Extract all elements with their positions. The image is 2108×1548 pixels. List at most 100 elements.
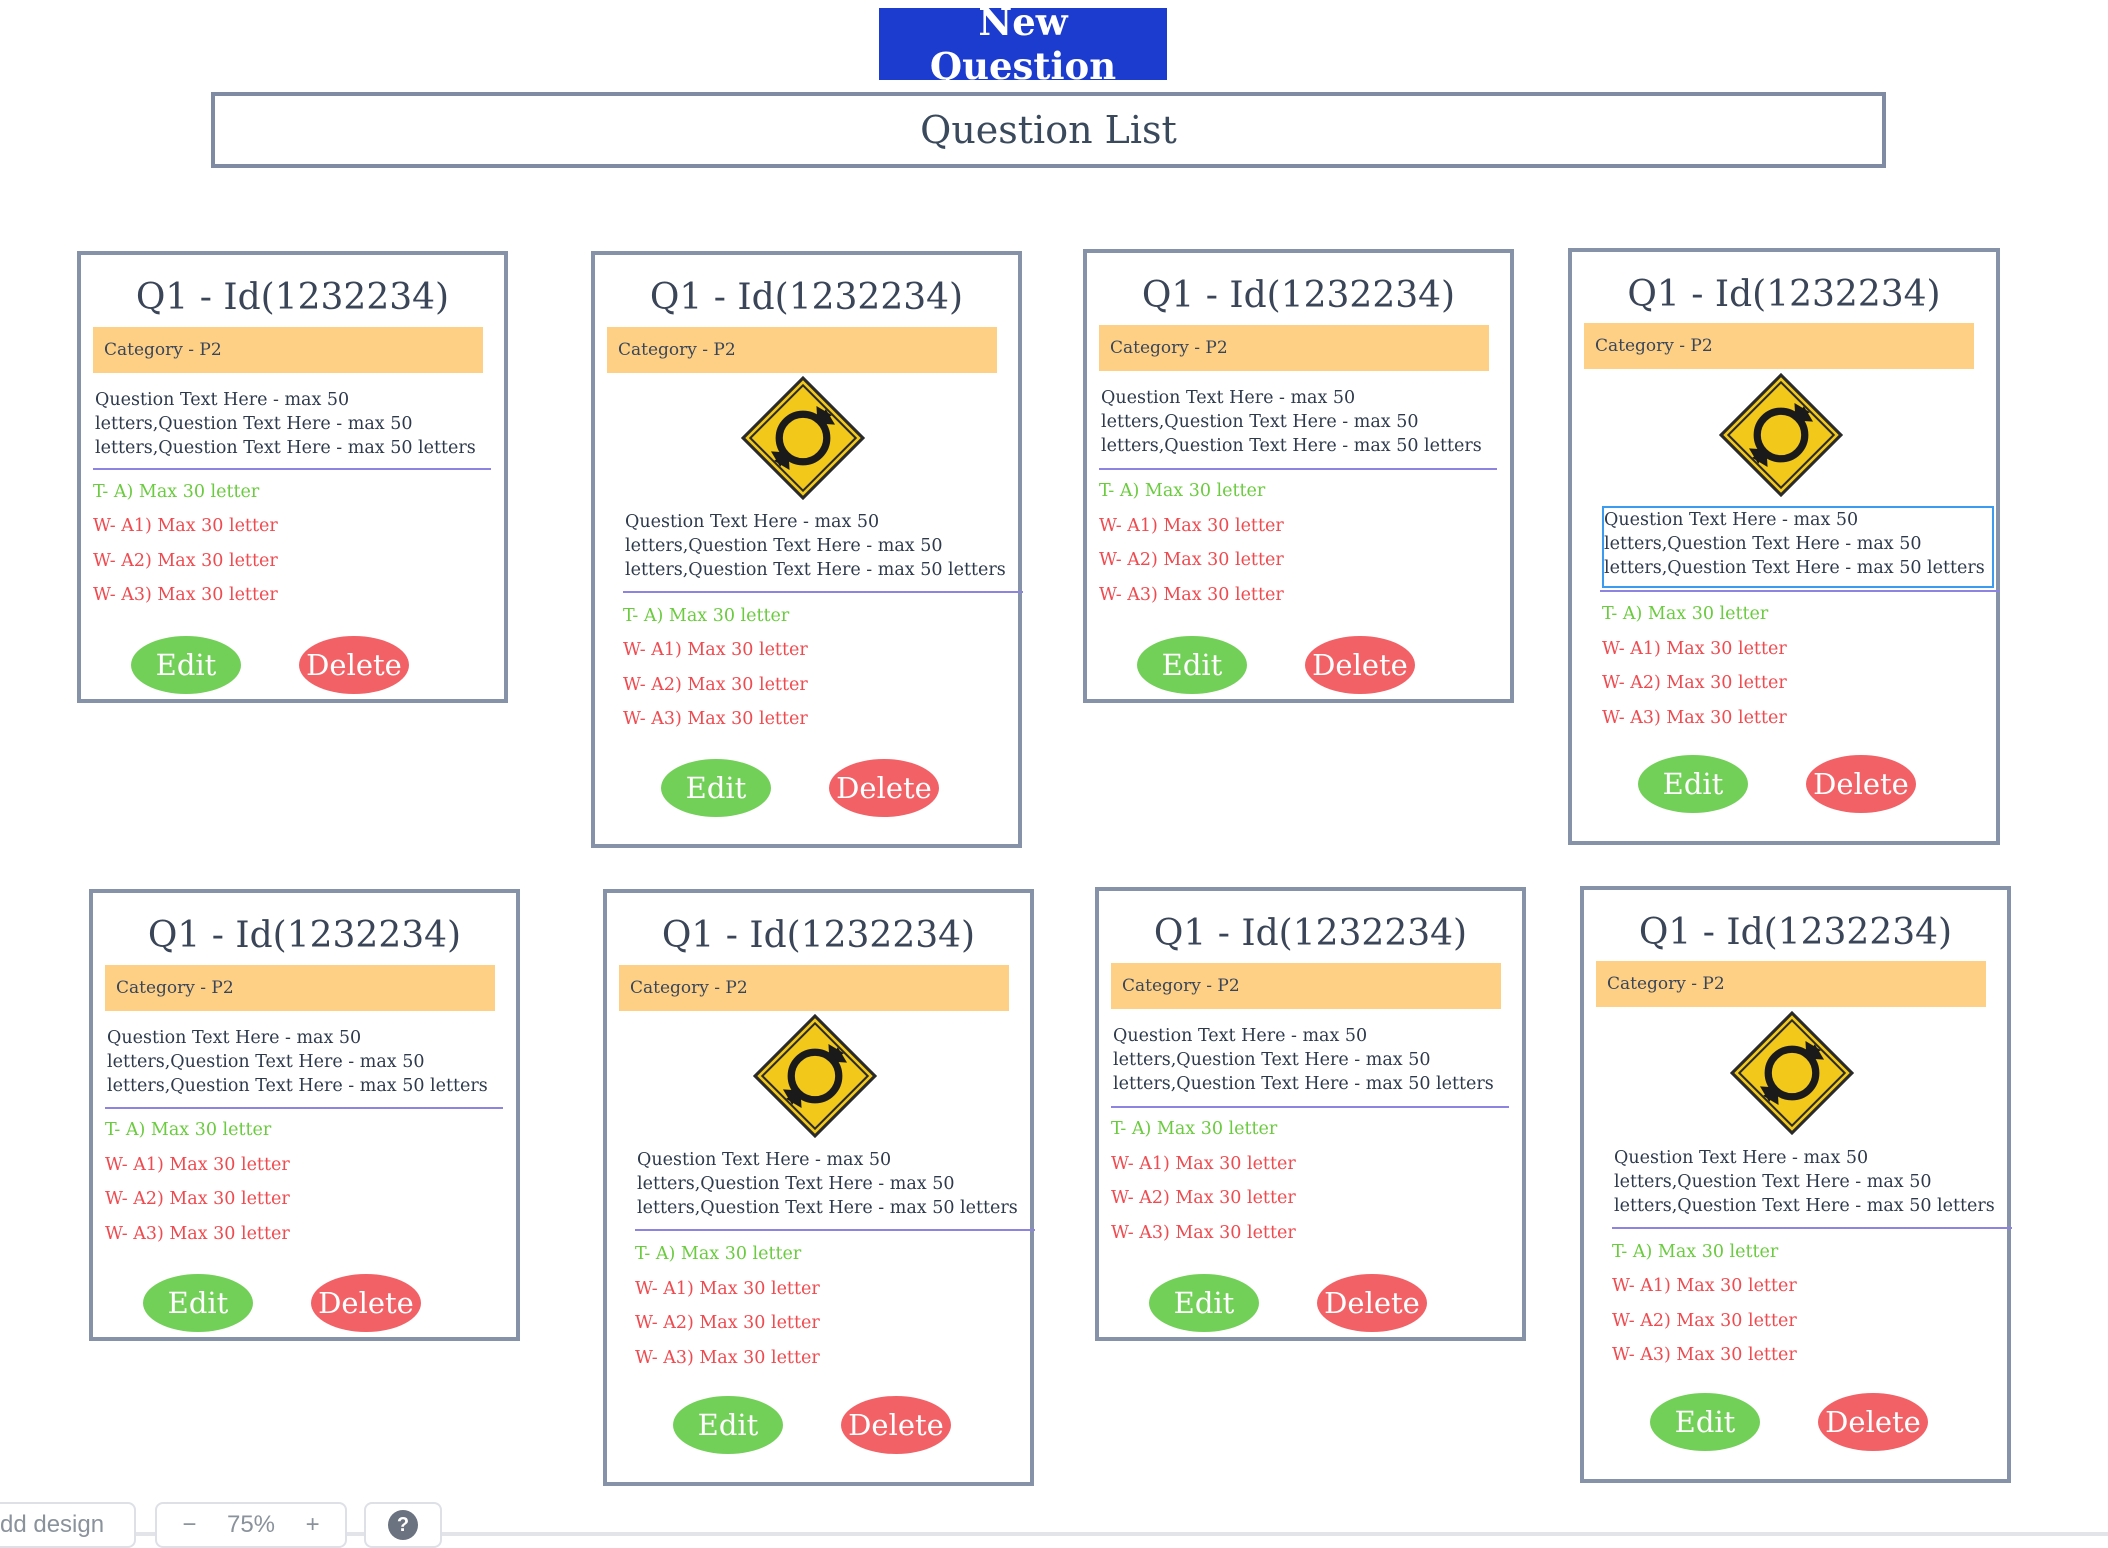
card-title: Q1 - Id(1232234) <box>1638 912 1953 953</box>
delete-button[interactable]: Delete <box>1317 1274 1427 1332</box>
answer-wrong: W- A3) Max 30 letter <box>93 585 278 605</box>
answer-wrong: W- A1) Max 30 letter <box>93 516 278 536</box>
card-title: Q1 - Id(1232234) <box>1153 913 1468 954</box>
edit-button[interactable]: Edit <box>131 636 241 694</box>
roundabout-sign-icon <box>1730 1011 1854 1135</box>
question-text[interactable]: Question Text Here - max 50 letters,Ques… <box>1602 506 1994 588</box>
answer-wrong: W- A1) Max 30 letter <box>1602 639 1787 659</box>
card-title: Q1 - Id(1232234) <box>1627 274 1941 315</box>
roundabout-sign-icon <box>753 1014 877 1138</box>
delete-button[interactable]: Delete <box>829 759 939 817</box>
answer-wrong: W- A2) Max 30 letter <box>93 551 278 571</box>
question-text: Question Text Here - max 50 letters,Ques… <box>1101 388 1482 456</box>
divider <box>623 591 1023 593</box>
question-card: Q1 - Id(1232234) Category - P2 Question … <box>591 251 1023 848</box>
category-bar: Category - P2 <box>93 327 483 373</box>
answer-wrong: W- A3) Max 30 letter <box>1612 1345 1797 1365</box>
zoom-out-button[interactable]: − <box>182 1511 196 1539</box>
answer-correct: T- A) Max 30 letter <box>1602 604 1769 624</box>
answer-wrong: W- A2) Max 30 letter <box>1612 1311 1797 1331</box>
zoom-in-button[interactable]: + <box>306 1511 320 1539</box>
answer-correct: T- A) Max 30 letter <box>93 482 260 502</box>
divider <box>105 1107 503 1109</box>
answer-wrong: W- A1) Max 30 letter <box>1612 1276 1797 1296</box>
answer-wrong: W- A3) Max 30 letter <box>1602 708 1787 728</box>
card-title: Q1 - Id(1232234) <box>661 915 976 956</box>
answer-wrong: W- A1) Max 30 letter <box>635 1279 820 1299</box>
question-text: Question Text Here - max 50 letters,Ques… <box>1614 1148 1995 1216</box>
category-bar: Category - P2 <box>1111 963 1501 1009</box>
zoom-level: 75% <box>226 1511 276 1538</box>
answer-wrong: W- A3) Max 30 letter <box>105 1224 290 1244</box>
edit-button[interactable]: Edit <box>1137 636 1247 694</box>
answer-wrong: W- A2) Max 30 letter <box>635 1313 820 1333</box>
question-card: Q1 - Id(1232234) Category - P2 Question … <box>1095 887 1526 1341</box>
answer-correct: T- A) Max 30 letter <box>1111 1119 1278 1139</box>
answer-correct: T- A) Max 30 letter <box>635 1244 802 1264</box>
category-bar: Category - P2 <box>1584 323 1974 369</box>
category-bar: Category - P2 <box>1596 961 1986 1007</box>
delete-button[interactable]: Delete <box>841 1396 951 1454</box>
question-text: Question Text Here - max 50 letters,Ques… <box>625 512 1006 580</box>
edit-button[interactable]: Edit <box>1650 1393 1760 1451</box>
card-title: Q1 - Id(1232234) <box>135 277 450 318</box>
answer-wrong: W- A1) Max 30 letter <box>1111 1154 1296 1174</box>
question-text: Question Text Here - max 50 letters,Ques… <box>95 390 476 458</box>
answer-correct: T- A) Max 30 letter <box>1612 1242 1779 1262</box>
answer-wrong: W- A1) Max 30 letter <box>105 1155 290 1175</box>
question-card: Q1 - Id(1232234) Category - P2 Question … <box>603 889 1035 1486</box>
zoom-control: − 75% + <box>155 1502 347 1548</box>
add-design-label: dd design <box>0 1511 105 1538</box>
divider <box>1600 590 2000 592</box>
new-question-button[interactable]: New Question <box>879 0 1167 88</box>
question-card: Q1 - Id(1232234) Category - P2 Question … <box>1580 886 2012 1483</box>
question-card: Q1 - Id(1232234) Category - P2 Question … <box>77 251 508 703</box>
delete-button[interactable]: Delete <box>1806 755 1916 813</box>
category-bar: Category - P2 <box>619 965 1009 1011</box>
divider <box>1099 468 1497 470</box>
answer-wrong: W- A2) Max 30 letter <box>1111 1188 1296 1208</box>
answer-wrong: W- A1) Max 30 letter <box>623 640 808 660</box>
roundabout-sign-icon <box>1719 373 1843 497</box>
answer-wrong: W- A1) Max 30 letter <box>1099 516 1284 536</box>
edit-button[interactable]: Edit <box>143 1274 253 1332</box>
divider <box>1111 1106 1509 1108</box>
answer-correct: T- A) Max 30 letter <box>1099 481 1266 501</box>
card-title: Q1 - Id(1232234) <box>1141 275 1456 316</box>
category-bar: Category - P2 <box>607 327 997 373</box>
question-card: Q1 - Id(1232234) Category - P2 Question … <box>1083 249 1514 703</box>
help-button[interactable]: ? <box>364 1502 442 1548</box>
card-title: Q1 - Id(1232234) <box>649 277 964 318</box>
question-text: Question Text Here - max 50 letters,Ques… <box>637 1150 1018 1218</box>
edit-button[interactable]: Edit <box>673 1396 783 1454</box>
answer-wrong: W- A2) Max 30 letter <box>105 1189 290 1209</box>
divider <box>635 1229 1035 1231</box>
edit-button[interactable]: Edit <box>661 759 771 817</box>
answer-wrong: W- A3) Max 30 letter <box>623 709 808 729</box>
delete-button[interactable]: Delete <box>1818 1393 1928 1451</box>
divider <box>1612 1227 2012 1229</box>
answer-wrong: W- A2) Max 30 letter <box>1602 673 1787 693</box>
add-design-button[interactable]: dd design <box>0 1502 136 1548</box>
question-text: Question Text Here - max 50 letters,Ques… <box>107 1028 488 1096</box>
answer-wrong: W- A2) Max 30 letter <box>1099 550 1284 570</box>
answer-correct: T- A) Max 30 letter <box>623 606 790 626</box>
question-card: Q1 - Id(1232234) Category - P2 Question … <box>1568 248 2000 845</box>
answer-wrong: W- A2) Max 30 letter <box>623 675 808 695</box>
question-card: Q1 - Id(1232234) Category - P2 Question … <box>89 889 520 1341</box>
category-bar: Category - P2 <box>105 965 495 1011</box>
edit-button[interactable]: Edit <box>1638 755 1748 813</box>
delete-button[interactable]: Delete <box>299 636 409 694</box>
card-title: Q1 - Id(1232234) <box>147 915 462 956</box>
answer-wrong: W- A3) Max 30 letter <box>635 1348 820 1368</box>
edit-button[interactable]: Edit <box>1149 1274 1259 1332</box>
question-list-title: Question List <box>211 92 1886 168</box>
delete-button[interactable]: Delete <box>1305 636 1415 694</box>
roundabout-sign-icon <box>741 376 865 500</box>
answer-wrong: W- A3) Max 30 letter <box>1099 585 1284 605</box>
delete-button[interactable]: Delete <box>311 1274 421 1332</box>
answer-wrong: W- A3) Max 30 letter <box>1111 1223 1296 1243</box>
category-bar: Category - P2 <box>1099 325 1489 371</box>
help-icon: ? <box>388 1510 418 1540</box>
answer-correct: T- A) Max 30 letter <box>105 1120 272 1140</box>
